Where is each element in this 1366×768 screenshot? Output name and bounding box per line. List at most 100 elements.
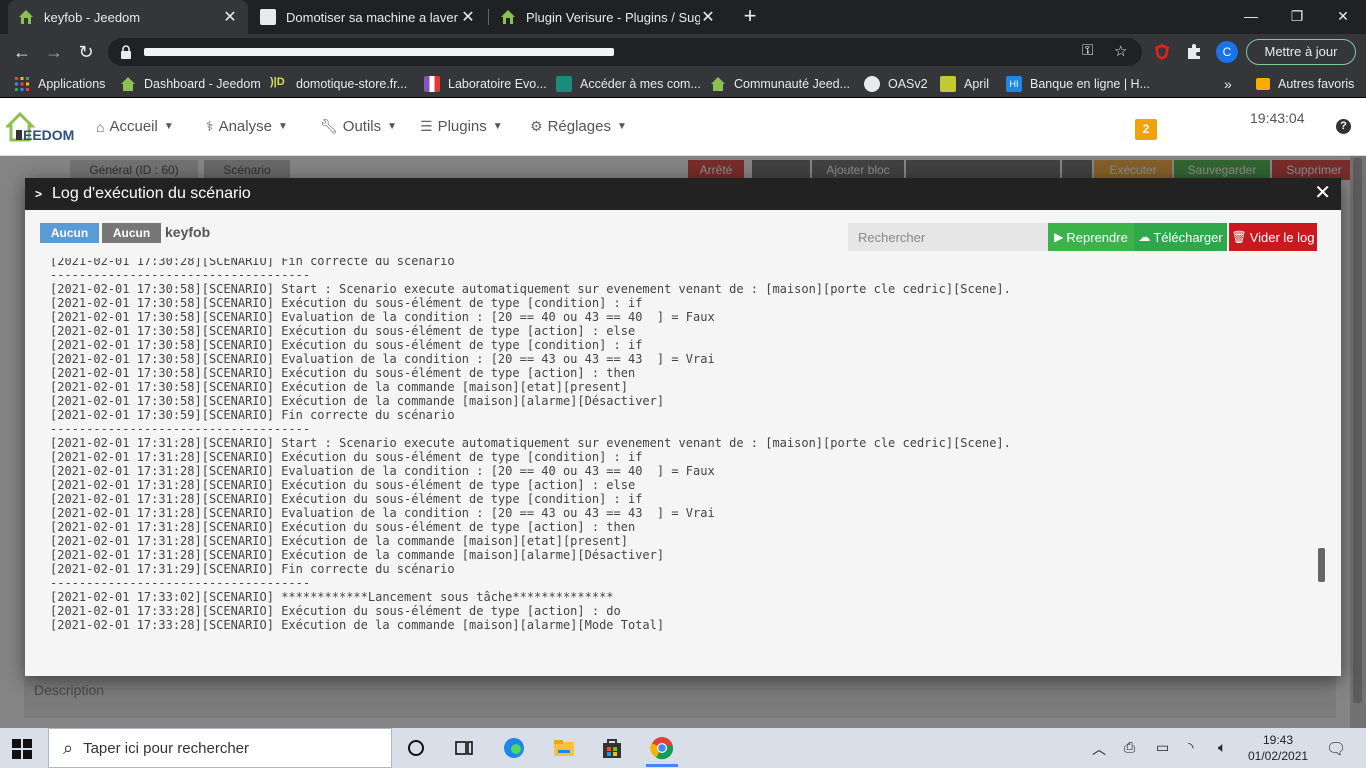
extensions-puzzle-icon[interactable]	[1184, 42, 1204, 62]
bookmark-april[interactable]: April	[940, 74, 989, 94]
bookmark-label: Dashboard - Jeedom	[144, 77, 261, 91]
cortana-icon[interactable]	[404, 736, 428, 760]
bookmark-dashboard-jeedom[interactable]: Dashboard - Jeedom	[120, 74, 261, 94]
update-button[interactable]: Mettre à jour	[1246, 39, 1356, 65]
log-line: [2021-02-01 17:30:58][SCENARIO] Exécutio…	[50, 380, 628, 394]
taskbar-search-box[interactable]: ⌕ Taper ici pour rechercher	[48, 728, 392, 768]
profile-avatar[interactable]: C	[1216, 41, 1238, 63]
menu-reglages[interactable]: ⚙ Réglages ▼	[530, 118, 627, 135]
telecharger-button[interactable]: ☁ Télécharger	[1134, 223, 1227, 251]
log-line: [2021-02-01 17:31:29][SCENARIO] Fin corr…	[50, 562, 455, 576]
message-count-badge[interactable]: 2	[1135, 119, 1157, 140]
chrome-icon[interactable]	[650, 736, 674, 760]
key-icon[interactable]: ⚿	[1082, 42, 1093, 59]
forward-icon[interactable]: →	[42, 40, 66, 64]
close-tab-icon[interactable]: ✕	[222, 7, 238, 27]
address-bar[interactable]: ⚿ ☆	[108, 38, 1142, 66]
windows-taskbar: ⌕ Taper ici pour rechercher ︿ ⎙ ▭ ◝ 🔈︎ 1…	[0, 728, 1366, 768]
windows-start-icon[interactable]	[12, 739, 32, 759]
log-line: [2021-02-01 17:31:28][SCENARIO] Exécutio…	[50, 534, 628, 548]
chevron-right-icon: >	[35, 187, 43, 201]
tab-title: Plugin Verisure - Plugins / Sugge	[526, 9, 700, 25]
task-view-icon[interactable]	[452, 736, 476, 760]
jeedom-logo[interactable]: EEDOM	[4, 110, 78, 143]
bookmark-label: Applications	[38, 77, 106, 91]
browser-tabstrip: keyfob - Jeedom ✕ Domotiser sa machine a…	[0, 0, 1366, 34]
taskbar-date: 01/02/2021	[1248, 749, 1309, 763]
wifi-icon[interactable]: ◝	[1188, 739, 1193, 756]
tab-separator	[488, 9, 489, 25]
minimize-icon[interactable]: —	[1228, 0, 1274, 34]
battery-icon[interactable]: ▭	[1156, 739, 1169, 756]
tab-keyfob-jeedom[interactable]: keyfob - Jeedom ✕	[8, 0, 248, 34]
bookmark-label: Banque en ligne | H...	[1030, 77, 1150, 91]
menu-outils[interactable]: 🔧︎ Outils ▼	[320, 118, 397, 135]
log-line: [2021-02-01 17:30:58][SCENARIO] Start : …	[50, 282, 1011, 296]
log-line: [2021-02-01 17:31:28][SCENARIO] Exécutio…	[50, 450, 643, 464]
close-tab-icon[interactable]: ✕	[460, 7, 476, 27]
tasks-icon: ☰	[420, 118, 433, 134]
modal-close-icon[interactable]: ✕	[1314, 183, 1331, 203]
bookmark-oasv2[interactable]: OASv2	[864, 74, 928, 94]
bookmark-banque-en-ligne[interactable]: HI Banque en ligne | H...	[1006, 74, 1150, 94]
close-tab-icon[interactable]: ✕	[700, 7, 716, 27]
tab-domotiser[interactable]: Domotiser sa machine a laver via ✕	[250, 0, 486, 34]
new-tab-icon[interactable]: +	[738, 5, 762, 29]
log-content[interactable]: [2021-02-01 17:30:28][SCENARIO] Fin corr…	[40, 258, 1326, 634]
log-scrollbar-thumb[interactable]	[1318, 548, 1325, 582]
star-icon[interactable]: ☆	[1114, 42, 1127, 60]
modal-header: > Log d'exécution du scénario	[25, 178, 1341, 210]
log-search-input[interactable]	[848, 223, 1048, 251]
reload-icon[interactable]: ↻	[74, 40, 98, 64]
svg-text:EEDOM: EEDOM	[23, 127, 74, 142]
close-window-icon[interactable]: ✕	[1320, 0, 1366, 34]
store-icon[interactable]	[600, 736, 624, 760]
cogs-icon: ⚙	[530, 118, 543, 134]
back-icon[interactable]: ←	[10, 40, 34, 64]
bookmark-label: April	[964, 77, 990, 91]
hi-bank-icon: HI	[1006, 76, 1022, 92]
bookmark-autres-favoris[interactable]: Autres favoris	[1256, 74, 1354, 94]
restore-icon[interactable]: ❐	[1274, 0, 1320, 34]
bookmark-acceder-comptes[interactable]: Accéder à mes com...	[556, 74, 701, 94]
jeedom-favicon-icon	[710, 76, 726, 92]
log-line: [2021-02-01 17:33:28][SCENARIO] Exécutio…	[50, 604, 621, 618]
menu-label: Réglages	[547, 118, 611, 135]
brave-shield-icon[interactable]	[1152, 42, 1172, 62]
caret-down-icon: ▼	[616, 121, 627, 132]
file-explorer-icon[interactable]	[552, 736, 576, 760]
bookmark-label: Autres favoris	[1278, 77, 1355, 91]
bookmark-laboratoire[interactable]: Laboratoire Evo...	[424, 74, 547, 94]
edge-icon[interactable]	[502, 736, 526, 760]
aucun-button-primary[interactable]: Aucun	[40, 223, 99, 243]
button-label: Vider le log	[1249, 229, 1315, 245]
tray-device-icon[interactable]: ⎙	[1124, 739, 1135, 756]
tab-plugin-verisure[interactable]: Plugin Verisure - Plugins / Sugge ✕	[490, 0, 726, 34]
lock-icon	[120, 45, 132, 59]
laboratoire-icon	[424, 76, 440, 92]
aucun-button-secondary[interactable]: Aucun	[102, 223, 161, 243]
bookmark-label: Accéder à mes com...	[580, 77, 701, 91]
tray-chevron-up-icon[interactable]: ︿	[1092, 739, 1106, 759]
menu-accueil[interactable]: ⌂ Accueil ▼	[96, 118, 174, 135]
scenario-log-modal: > Log d'exécution du scénario ✕ Aucun Au…	[25, 178, 1341, 676]
more-bookmarks-icon[interactable]: »	[1224, 74, 1232, 94]
vider-le-log-button[interactable]: 🗑︎ Vider le log	[1229, 223, 1317, 251]
tab-title: keyfob - Jeedom	[44, 9, 141, 25]
bookmark-communaute-jeedom[interactable]: Communauté Jeed...	[710, 74, 850, 94]
globe-icon	[864, 76, 880, 92]
notifications-icon[interactable]: 🗨︎	[1326, 739, 1346, 759]
reprendre-button[interactable]: ▶ Reprendre	[1048, 223, 1134, 251]
help-icon[interactable]: ?	[1336, 119, 1351, 134]
jeedom-clock: 19:43:04	[1250, 110, 1305, 126]
bookmark-label: Laboratoire Evo...	[448, 77, 547, 91]
taskbar-time: 19:43	[1262, 733, 1294, 747]
menu-plugins[interactable]: ☰ Plugins ▼	[420, 118, 503, 135]
bookmark-applications[interactable]: Applications	[14, 74, 105, 94]
bookmark-domotique-store[interactable]: )|D domotique-store.fr...	[270, 74, 407, 94]
menu-analyse[interactable]: ⚕ Analyse ▼	[206, 118, 288, 135]
log-line: [2021-02-01 17:31:28][SCENARIO] Exécutio…	[50, 478, 636, 492]
volume-icon[interactable]: 🔈︎	[1218, 739, 1226, 756]
taskbar-search-placeholder: Taper ici pour rechercher	[83, 739, 250, 757]
taskbar-clock[interactable]: 19:43 01/02/2021	[1248, 732, 1308, 764]
